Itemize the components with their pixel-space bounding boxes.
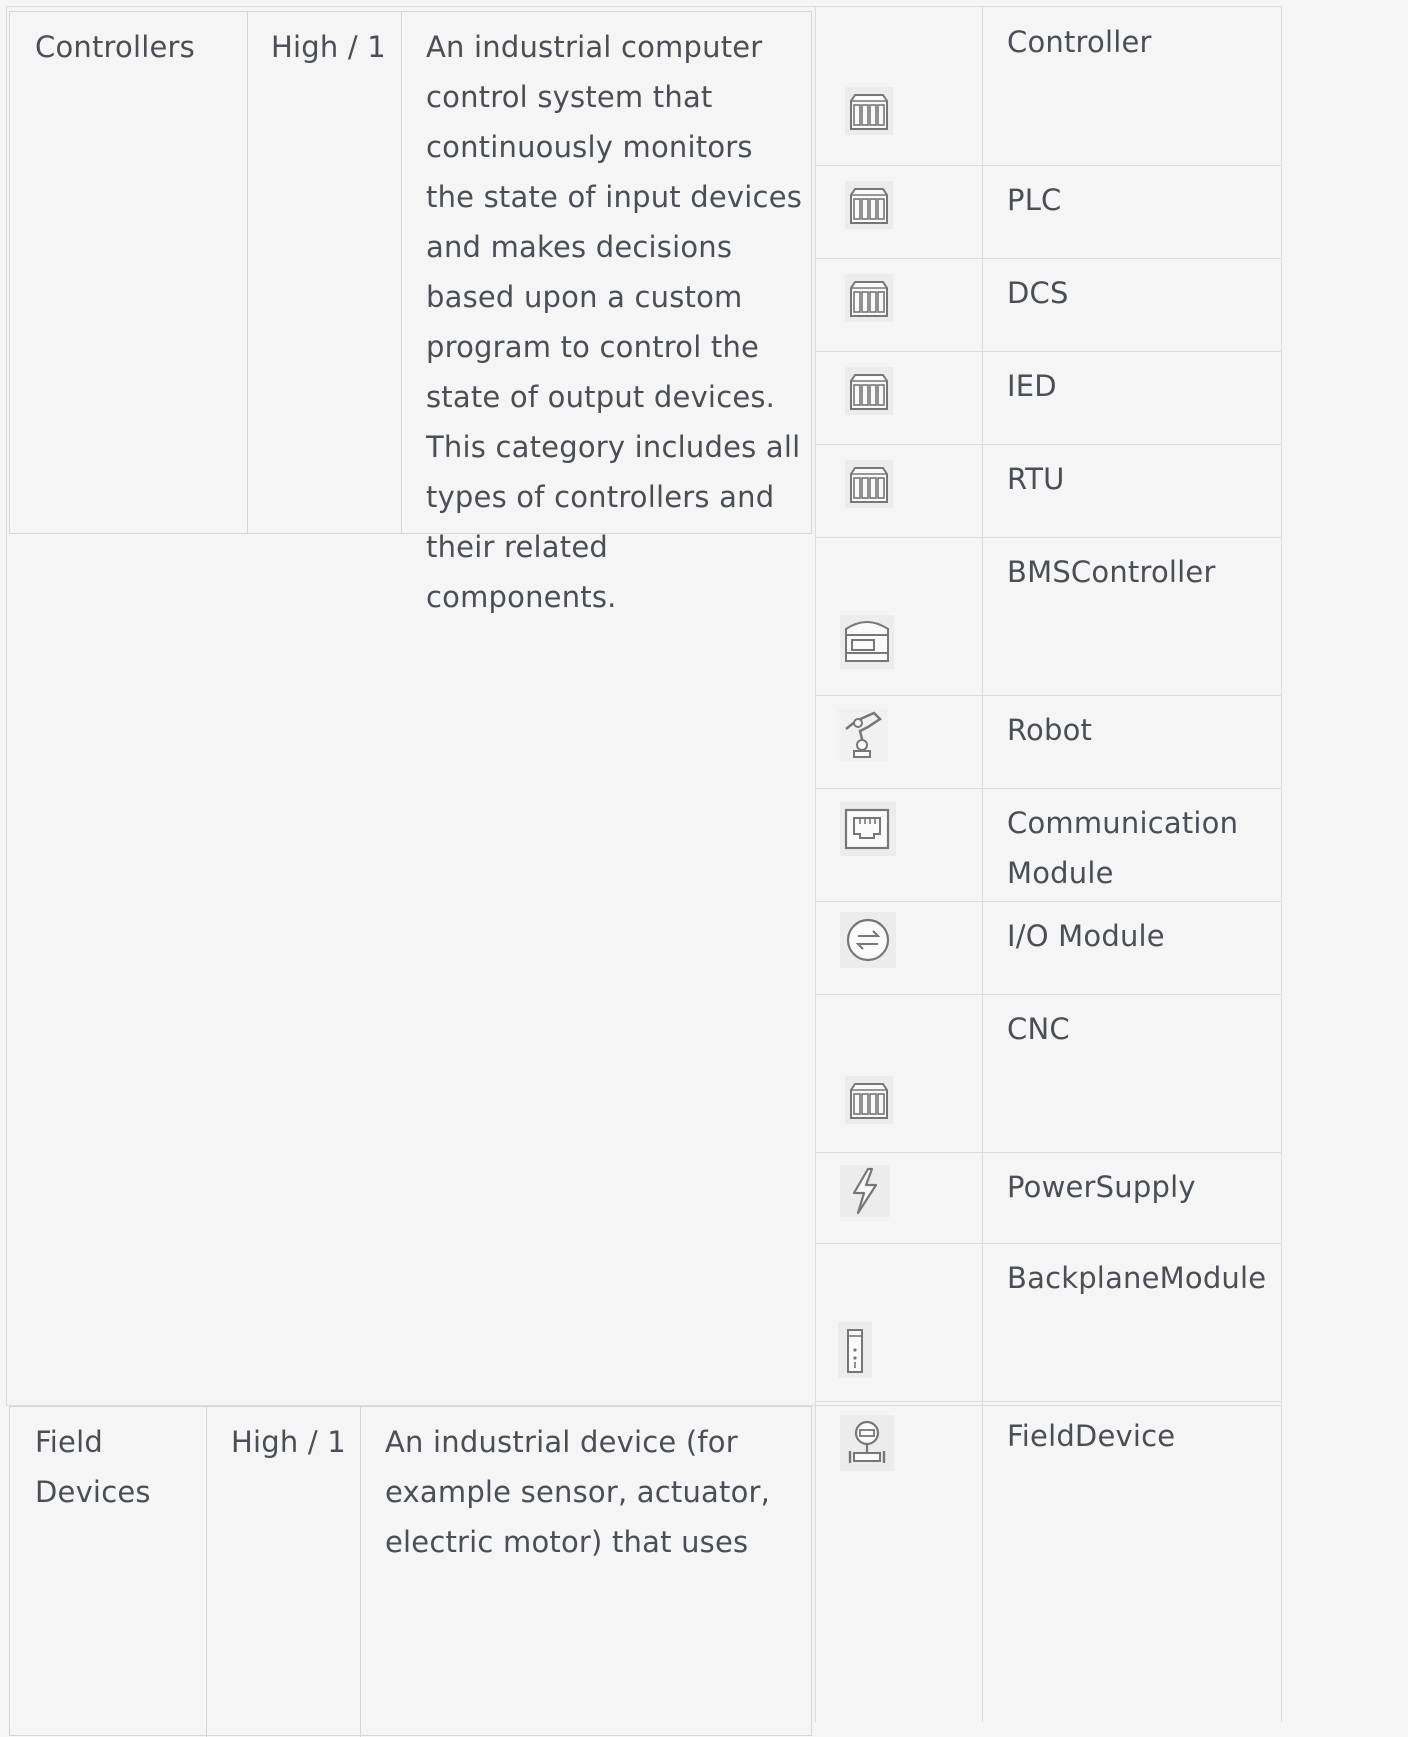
- device-type-label: PowerSupply: [1007, 1170, 1196, 1204]
- device-type-label: Controller: [1007, 25, 1152, 59]
- device-type-label: BMSController: [1007, 555, 1216, 589]
- device-type-label: RTU: [1007, 462, 1065, 496]
- plc-rack-icon: [845, 87, 893, 135]
- category-cell: Field Devices: [35, 1425, 151, 1509]
- category-cell: Controllers: [35, 30, 195, 64]
- controllers-row: Controllers High / 1 An industrial compu…: [9, 11, 812, 614]
- device-type-label: DCS: [1007, 276, 1069, 310]
- field-devices-row: Field Devices High / 1 An industrial dev…: [9, 1406, 812, 1737]
- description-cell: An industrial device (for example sensor…: [385, 1425, 771, 1559]
- field-device-icon: [840, 1415, 894, 1471]
- device-type-label: PLC: [1007, 183, 1062, 217]
- device-type-label: Robot: [1007, 713, 1093, 747]
- plc-rack-icon: [845, 274, 893, 322]
- backplane-module-icon: [838, 1322, 872, 1378]
- bms-controller-icon: [840, 615, 894, 669]
- description-cell: An industrial computer control system th…: [426, 30, 803, 614]
- plc-rack-icon: [845, 460, 893, 508]
- device-type-label: FieldDevice: [1007, 1419, 1176, 1453]
- plc-rack-icon: [845, 367, 893, 415]
- network-port-icon: [840, 802, 896, 856]
- plc-rack-icon: [845, 1076, 893, 1124]
- device-type-label: CNC: [1007, 1012, 1070, 1046]
- device-type-label: I/O Module: [1007, 919, 1165, 953]
- device-type-label: IED: [1007, 369, 1057, 403]
- plc-rack-icon: [845, 181, 893, 229]
- risk-cell: High / 1: [231, 1425, 346, 1459]
- robot-arm-icon: [838, 709, 888, 761]
- device-type-label: Communication Module: [1007, 806, 1239, 890]
- io-exchange-icon: [840, 912, 896, 968]
- device-type-label: BackplaneModule: [1007, 1261, 1267, 1295]
- risk-cell: High / 1: [271, 30, 386, 64]
- lightning-bolt-icon: [840, 1165, 890, 1217]
